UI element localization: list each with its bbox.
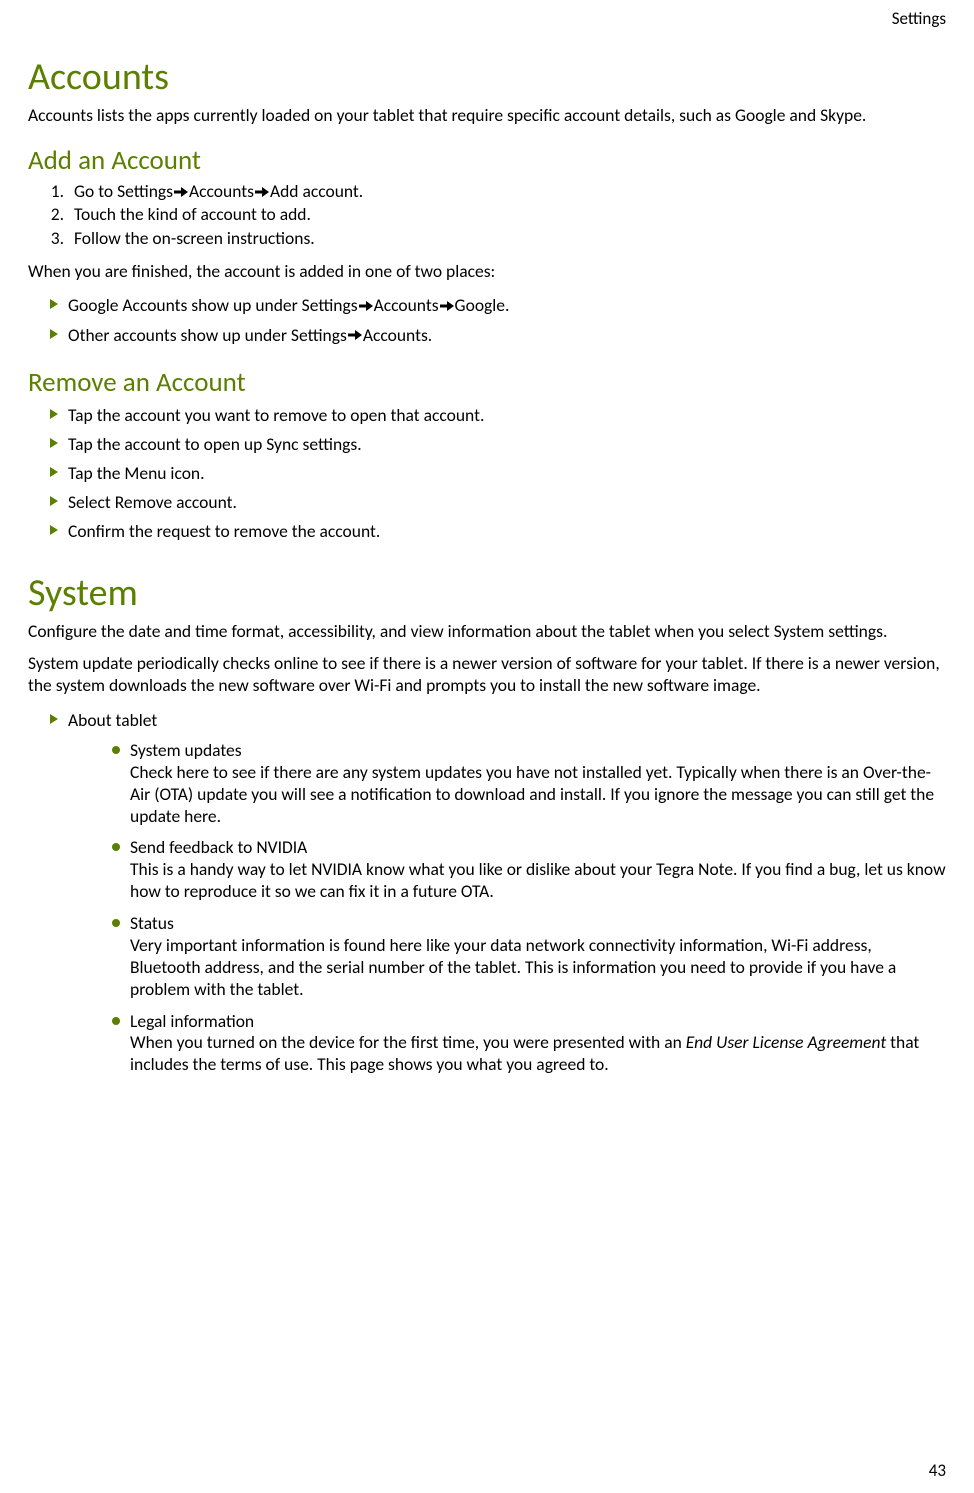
step-text: Go to Settings: [74, 180, 173, 202]
list-item: Other accounts show up under Settings Acc…: [50, 322, 946, 349]
system-intro-2: System update periodically checks online…: [28, 653, 946, 697]
remove-account-heading: Remove an Account: [28, 367, 946, 398]
about-tablet-items: System updates Check here to see if ther…: [68, 740, 946, 1076]
item-italic: End User License Agreement: [686, 1031, 886, 1053]
item-text: Other accounts show up under Settings: [68, 324, 347, 346]
item-title: System updates: [130, 740, 946, 762]
arrow-right-icon: [255, 186, 269, 198]
system-heading: System: [28, 573, 946, 615]
item-text: Accounts: [374, 294, 439, 316]
step-text: Accounts: [189, 180, 254, 202]
item-desc: This is a handy way to let NVIDIA know w…: [130, 859, 946, 903]
system-about-list: About tablet System updates Check here t…: [28, 707, 946, 1076]
item-desc: When you turned on the device for the fi…: [130, 1032, 946, 1076]
list-item: Tap the account you want to remove to op…: [50, 402, 946, 429]
list-item: Status Very important information is fou…: [112, 913, 946, 1001]
add-account-step: Go to Settings Accounts Add account.: [68, 180, 946, 204]
page-number: 43: [929, 1460, 946, 1481]
item-text: Google.: [455, 294, 510, 316]
list-item: Google Accounts show up under Settings Ac…: [50, 292, 946, 319]
arrow-right-icon: [359, 300, 373, 312]
list-item: Legal information When you turned on the…: [112, 1011, 946, 1077]
system-intro-1: Configure the date and time format, acce…: [28, 621, 946, 643]
header-section-label: Settings: [28, 8, 946, 29]
list-item: System updates Check here to see if ther…: [112, 740, 946, 828]
item-desc: Very important information is found here…: [130, 935, 946, 1001]
add-account-step: Follow the on-screen instructions.: [68, 227, 946, 251]
list-item: Select Remove account.: [50, 489, 946, 516]
item-title: Send feedback to NVIDIA: [130, 837, 946, 859]
item-title: Legal information: [130, 1011, 946, 1033]
list-item: Tap the account to open up Sync settings…: [50, 431, 946, 458]
list-item: Confirm the request to remove the accoun…: [50, 518, 946, 545]
add-account-finished: When you are finished, the account is ad…: [28, 261, 946, 283]
item-text: Google Accounts show up under Settings: [68, 294, 358, 316]
add-account-places: Google Accounts show up under SettingsAc…: [28, 292, 946, 348]
add-account-step: Touch the kind of account to add.: [68, 203, 946, 227]
arrow-right-icon: [348, 329, 362, 341]
add-account-heading: Add an Account: [28, 145, 946, 176]
arrow-right-icon: [174, 186, 188, 198]
about-tablet-label: About tablet: [68, 709, 157, 731]
remove-account-steps: Tap the account you want to remove to op…: [28, 402, 946, 546]
list-item: Send feedback to NVIDIA This is a handy …: [112, 837, 946, 903]
accounts-heading: Accounts: [28, 57, 946, 99]
item-title: Status: [130, 913, 946, 935]
step-text: Add account.: [270, 180, 363, 202]
list-item: Tap the Menu icon.: [50, 460, 946, 487]
add-account-steps: Go to Settings Accounts Add account. Touch…: [28, 180, 946, 251]
item-desc: Check here to see if there are any syste…: [130, 762, 946, 828]
list-item-about-tablet: About tablet System updates Check here t…: [50, 707, 946, 1076]
accounts-intro: Accounts lists the apps currently loaded…: [28, 105, 946, 127]
item-text: Accounts.: [363, 324, 432, 346]
arrow-right-icon: [440, 300, 454, 312]
